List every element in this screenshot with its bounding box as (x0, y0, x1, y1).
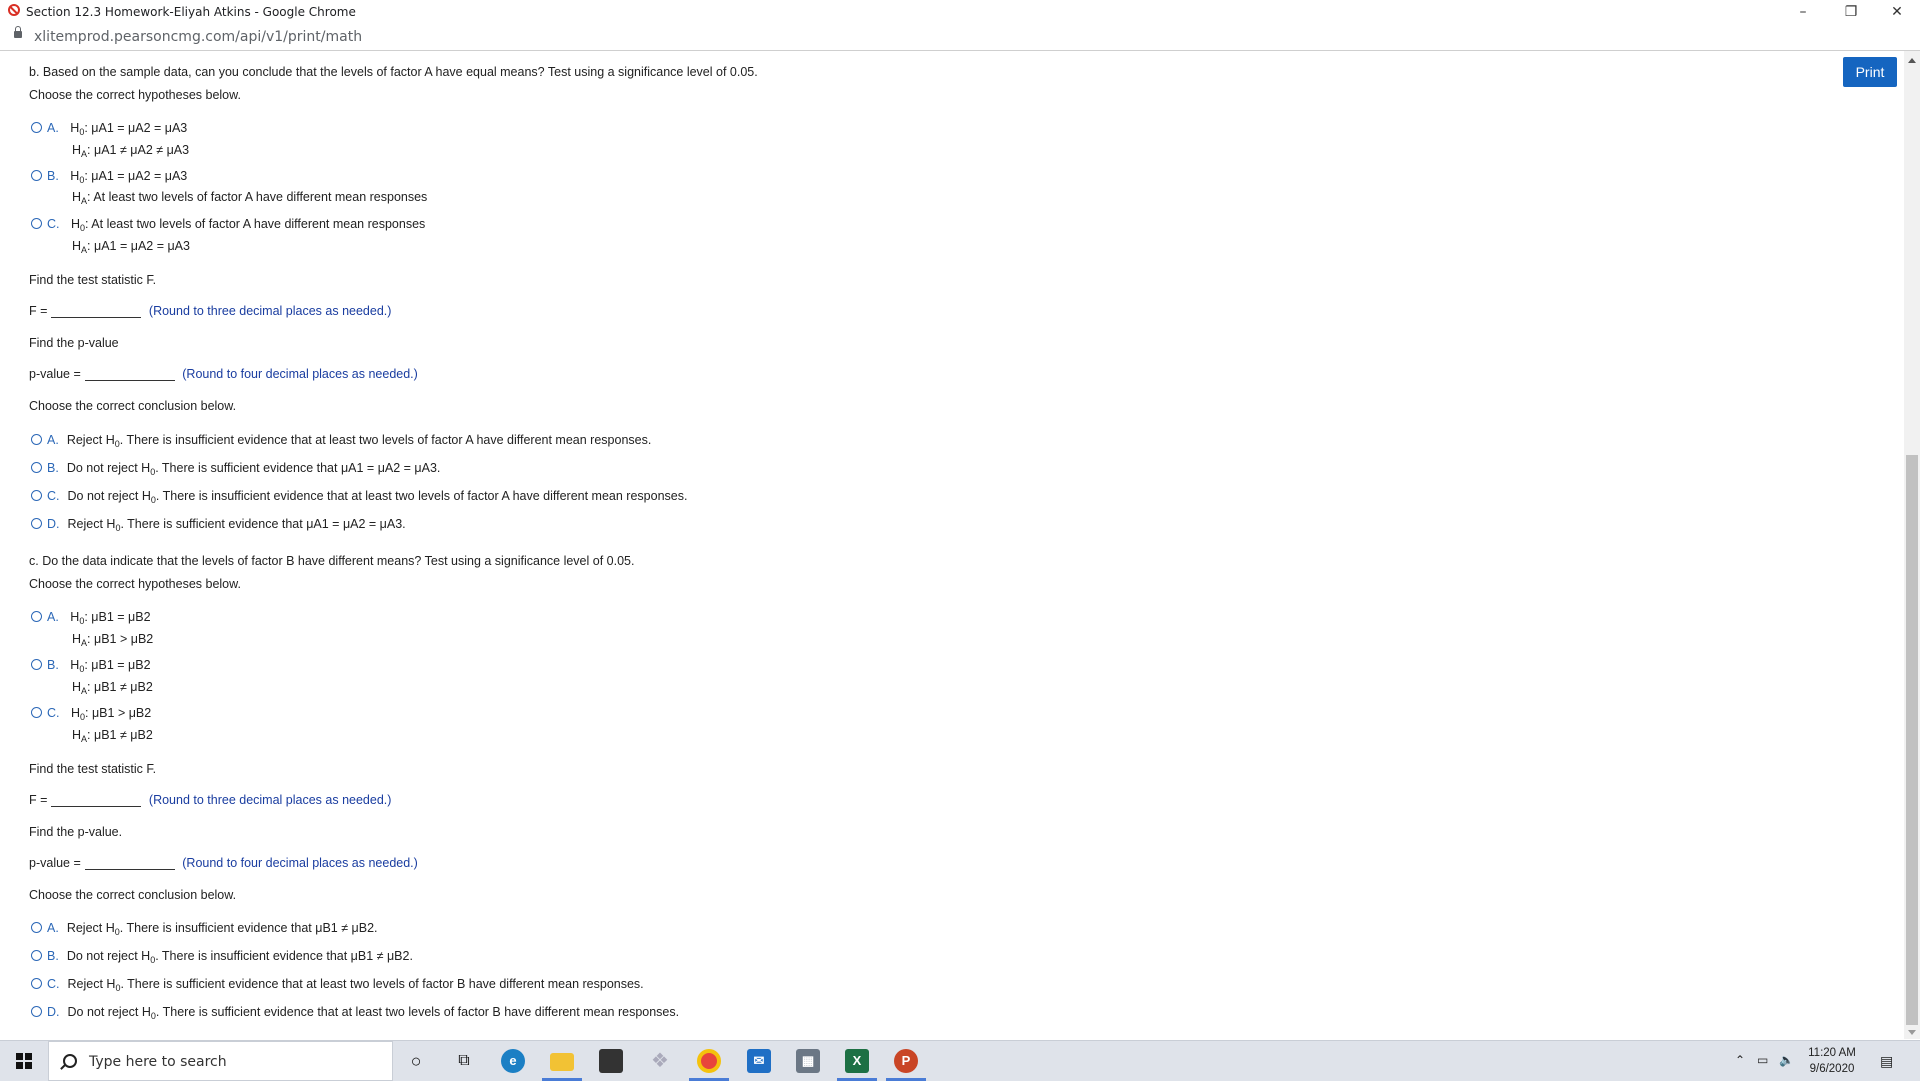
part-c-p-row: p-value = (Round to four decimal places … (29, 856, 418, 870)
search-placeholder: Type here to search (89, 1054, 227, 1070)
p-value-answer-field[interactable] (84, 368, 175, 381)
part-b-conclusion-c[interactable]: C. Do not reject H0. There is insufficien… (31, 489, 687, 505)
address-bar[interactable]: xlitemprod.pearsoncmg.com/api/v1/print/m… (0, 24, 1920, 51)
taskbar-clock[interactable]: 11:20 AM 9/6/2020 (1797, 1045, 1867, 1077)
part-b-hyp-option-c[interactable]: C. H0: At least two levels of factor A h… (31, 217, 425, 233)
part-c-conclusion-prompt: Choose the correct conclusion below. (29, 888, 237, 902)
part-b-p-row: p-value = (Round to four decimal places … (29, 367, 418, 381)
mail-icon[interactable]: ✉ (747, 1049, 771, 1073)
part-b-hyp-option-b[interactable]: B. H0: μA1 = μA2 = μA3 (31, 169, 187, 185)
radio-button[interactable] (31, 978, 42, 989)
radio-button[interactable] (31, 490, 42, 501)
part-b-hyp-c-alt: HA: μA1 = μA2 = μA3 (72, 239, 190, 255)
radio-button[interactable] (31, 707, 42, 718)
part-b-conclusion-b[interactable]: B. Do not reject H0. There is sufficient … (31, 461, 440, 477)
edge-icon[interactable]: e (501, 1049, 525, 1073)
cortana-icon[interactable]: ○ (404, 1049, 428, 1073)
radio-button[interactable] (31, 922, 42, 933)
dropbox-icon[interactable]: ❖ (648, 1049, 672, 1073)
part-b-hyp-prompt: Choose the correct hypotheses below. (29, 88, 241, 102)
radio-button[interactable] (31, 462, 42, 473)
scroll-down-arrow[interactable] (1908, 1030, 1916, 1035)
part-c-question: c. Do the data indicate that the levels … (29, 554, 635, 568)
part-b-conclusion-prompt: Choose the correct conclusion below. (29, 399, 237, 413)
store-icon[interactable] (599, 1049, 623, 1073)
file-explorer-icon[interactable] (550, 1053, 574, 1071)
part-b-conclusion-d[interactable]: D. Reject H0. There is sufficient evidenc… (31, 517, 406, 533)
print-button[interactable]: Print (1843, 57, 1897, 87)
part-c-conclusion-c[interactable]: C. Reject H0. There is sufficient evidenc… (31, 977, 644, 993)
minimize-button[interactable]: – (1780, 0, 1826, 24)
taskbar-search-box[interactable]: Type here to search (48, 1041, 393, 1081)
scrollbar-thumb[interactable] (1906, 455, 1918, 1025)
windows-logo-icon (16, 1053, 32, 1069)
radio-button[interactable] (31, 611, 42, 622)
radio-button[interactable] (31, 218, 42, 229)
part-b-hyp-a-alt: HA: μA1 ≠ μA2 ≠ μA3 (72, 143, 190, 159)
f-answer-field[interactable] (51, 794, 142, 807)
start-button[interactable] (0, 1041, 48, 1081)
lock-icon (14, 26, 22, 38)
part-c-conclusion-d[interactable]: D. Do not reject H0. There is sufficient … (31, 1005, 679, 1021)
clock-date: 9/6/2020 (1809, 1063, 1855, 1075)
calculator-icon[interactable]: ▦ (796, 1049, 820, 1073)
restore-button[interactable]: ❐ (1828, 0, 1874, 24)
part-c-hyp-option-b[interactable]: B. H0: μB1 = μB2 (31, 658, 151, 674)
radio-button[interactable] (31, 434, 42, 445)
part-c-hyp-c-alt: HA: μB1 ≠ μB2 (72, 728, 153, 744)
excel-icon[interactable]: X (845, 1049, 869, 1073)
radio-button[interactable] (31, 659, 42, 670)
volume-icon[interactable]: 🔈 (1779, 1053, 1794, 1067)
scroll-up-arrow[interactable] (1908, 58, 1916, 63)
show-hidden-icons-icon[interactable]: ⌃ (1735, 1053, 1745, 1067)
radio-button[interactable] (31, 950, 42, 961)
p-value-answer-field[interactable] (84, 857, 175, 870)
search-icon (63, 1054, 77, 1068)
part-c-hyp-option-a[interactable]: A. H0: μB1 = μB2 (31, 610, 151, 626)
part-c-hyp-option-c[interactable]: C. H0: μB1 > μB2 (31, 706, 151, 722)
clock-time: 11:20 AM (1808, 1047, 1856, 1059)
part-c-f-prompt: Find the test statistic F. (29, 762, 157, 776)
blocked-icon (8, 4, 20, 16)
part-b-p-prompt: Find the p-value (29, 336, 119, 350)
radio-button[interactable] (31, 518, 42, 529)
part-b-hyp-option-a[interactable]: A. H0: μA1 = μA2 = μA3 (31, 121, 187, 137)
notifications-icon[interactable]: ▤ (1880, 1053, 1893, 1070)
chrome-icon[interactable] (697, 1049, 721, 1073)
part-c-conclusion-b[interactable]: B. Do not reject H0. There is insufficien… (31, 949, 413, 965)
radio-button[interactable] (31, 170, 42, 181)
part-c-hyp-prompt: Choose the correct hypotheses below. (29, 577, 241, 591)
f-answer-field[interactable] (51, 305, 142, 318)
part-b-question: b. Based on the sample data, can you con… (29, 65, 758, 79)
powerpoint-icon[interactable]: P (894, 1049, 918, 1073)
browser-title-bar: Section 12.3 Homework-Eliyah Atkins - Go… (0, 0, 1920, 24)
part-c-hyp-b-alt: HA: μB1 ≠ μB2 (72, 680, 153, 696)
part-b-f-prompt: Find the test statistic F. (29, 273, 157, 287)
page-content: b. Based on the sample data, can you con… (0, 51, 1904, 1039)
part-c-p-prompt: Find the p-value. (29, 825, 123, 839)
radio-button[interactable] (31, 122, 42, 133)
window-title: Section 12.3 Homework-Eliyah Atkins - Go… (26, 5, 356, 19)
part-b-hyp-b-alt: HA: At least two levels of factor A have… (72, 190, 428, 206)
task-view-icon[interactable]: ⧉ (452, 1049, 476, 1073)
part-c-conclusion-a[interactable]: A. Reject H0. There is insufficient evide… (31, 921, 378, 937)
taskbar: Type here to search ○ ⧉ e ❖ ✉ ▦ X P ⌃ ▭ … (0, 1040, 1920, 1081)
close-button[interactable]: ✕ (1874, 0, 1920, 24)
part-b-conclusion-a[interactable]: A. Reject H0. There is insufficient evide… (31, 433, 651, 449)
part-b-f-row: F = (Round to three decimal places as ne… (29, 304, 392, 318)
part-c-f-row: F = (Round to three decimal places as ne… (29, 793, 392, 807)
radio-button[interactable] (31, 1006, 42, 1017)
part-c-hyp-a-alt: HA: μB1 > μB2 (72, 632, 154, 648)
url-text[interactable]: xlitemprod.pearsoncmg.com/api/v1/print/m… (34, 29, 362, 45)
network-icon[interactable]: ▭ (1757, 1053, 1768, 1067)
